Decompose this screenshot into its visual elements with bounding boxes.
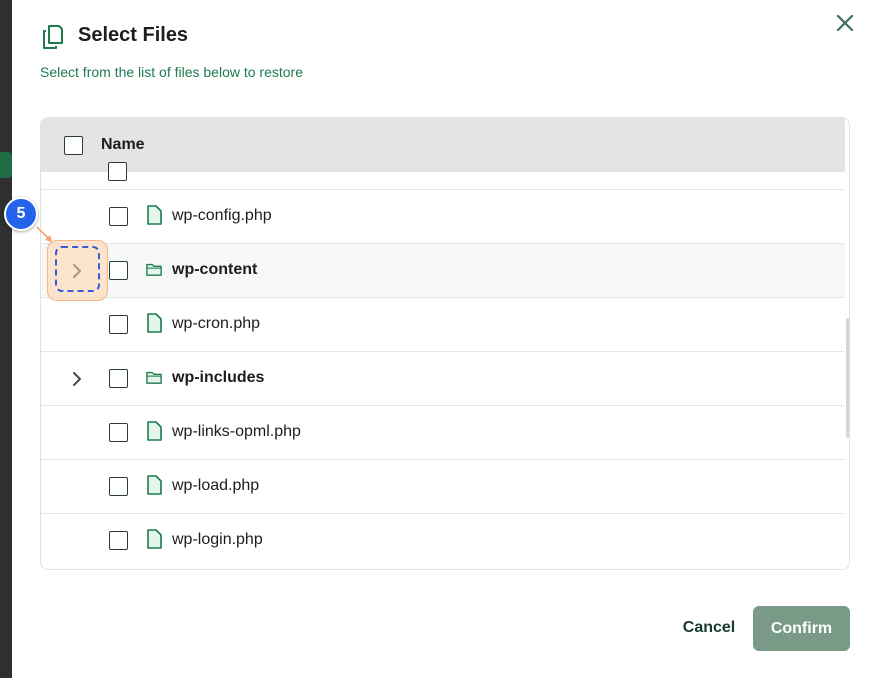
dialog-subtitle: Select from the list of files below to r… <box>40 64 303 80</box>
row-name: wp-links-opml.php <box>172 423 301 440</box>
table-row[interactable]: wp-includes <box>41 351 845 405</box>
row-name: wp-cron.php <box>172 315 261 332</box>
table-header: Name <box>41 118 845 172</box>
close-button[interactable] <box>832 10 858 36</box>
table-row[interactable]: wp-cron.php <box>41 297 845 351</box>
row-checkbox[interactable] <box>109 369 128 388</box>
row-checkbox[interactable] <box>109 261 128 280</box>
files-copy-icon <box>43 25 63 49</box>
background-overlay <box>0 0 12 678</box>
step-pointer <box>36 226 52 242</box>
folder-icon <box>146 263 162 276</box>
chevron-right-icon <box>73 372 81 386</box>
cancel-button[interactable]: Cancel <box>672 608 746 648</box>
row-checkbox[interactable] <box>109 315 128 334</box>
confirm-button[interactable]: Confirm <box>753 606 850 651</box>
column-header-name: Name <box>101 136 145 153</box>
table-row[interactable]: wp-config.php <box>41 189 845 243</box>
row-name: wp-load.php <box>172 477 260 494</box>
expand-button[interactable] <box>67 369 87 389</box>
row-checkbox[interactable] <box>109 531 128 550</box>
background-chip <box>0 152 12 178</box>
file-icon <box>147 475 162 495</box>
close-icon <box>836 14 854 32</box>
row-checkbox[interactable] <box>109 477 128 496</box>
table-row-partial <box>41 162 845 189</box>
row-checkbox[interactable] <box>109 207 128 226</box>
select-all-checkbox[interactable] <box>64 135 83 155</box>
table-row[interactable]: wp-links-opml.php <box>41 405 845 459</box>
file-icon <box>147 421 162 441</box>
row-name: wp-includes <box>172 369 265 386</box>
row-name: wp-login.php <box>172 531 263 548</box>
table-row[interactable]: wp-login.php <box>41 513 845 567</box>
row-checkbox[interactable] <box>109 423 128 442</box>
table-row[interactable]: wp-content <box>41 243 845 297</box>
file-icon <box>147 529 162 549</box>
row-name: wp-content <box>172 261 258 278</box>
file-table: Name wp-config.php wp-content wp-cron.ph… <box>40 117 850 570</box>
file-icon <box>147 313 162 333</box>
folder-icon <box>146 371 162 384</box>
scrollbar-thumb[interactable] <box>846 318 849 438</box>
row-checkbox[interactable] <box>108 162 127 181</box>
row-name: wp-config.php <box>172 207 272 224</box>
file-list: wp-config.php wp-content wp-cron.php wp-… <box>41 162 845 567</box>
step-focus-outline <box>55 246 100 292</box>
dialog-title: Select Files <box>78 24 189 46</box>
table-row[interactable]: wp-load.php <box>41 459 845 513</box>
file-icon <box>147 205 162 225</box>
select-files-dialog: Select Files Select from the list of fil… <box>12 0 873 678</box>
step-number-badge: 5 <box>4 197 38 231</box>
